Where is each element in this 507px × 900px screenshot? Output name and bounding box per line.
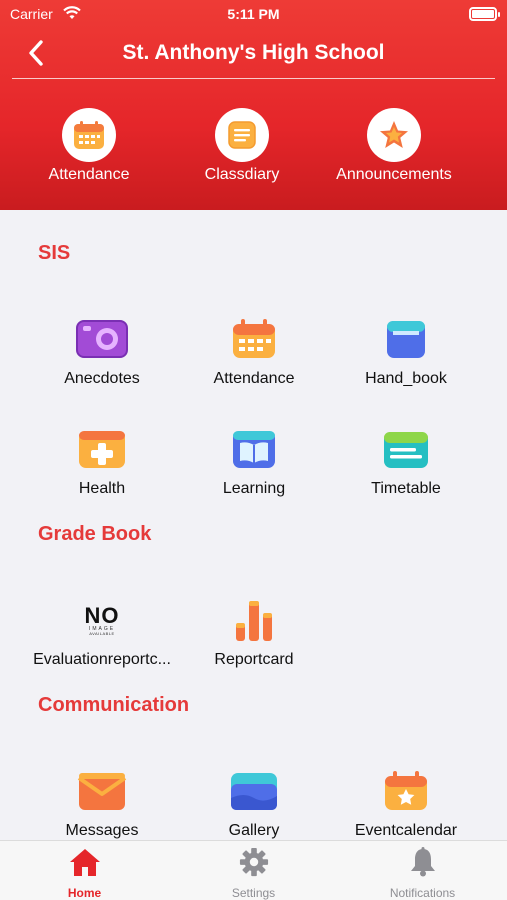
- tile-label: Messages: [65, 822, 139, 839]
- quick-action-circle: [62, 108, 116, 162]
- module-list[interactable]: SIS Anecdotes Attendance Hand_book Healt…: [0, 210, 507, 840]
- tab-label: Home: [67, 886, 102, 900]
- camera-icon: [76, 320, 128, 358]
- tile-gallery[interactable]: Gallery: [174, 766, 334, 840]
- quick-actions: Attendance Classdiary Announcements: [0, 108, 507, 188]
- tab-bar: Home Settings Notifications: [0, 840, 507, 900]
- tile-label: Timetable: [371, 480, 441, 497]
- gear-icon: [239, 847, 268, 877]
- quick-action-label: Attendance: [48, 166, 130, 183]
- event-calendar-icon: [385, 771, 427, 810]
- tab-notifications[interactable]: Notifications: [338, 847, 507, 900]
- section-title-grade-book: Grade Book: [38, 523, 152, 545]
- home-icon: [69, 849, 100, 876]
- header-divider: [12, 78, 495, 79]
- timetable-icon: [384, 432, 428, 468]
- tab-label: Notifications: [389, 886, 456, 900]
- page-title: St. Anthony's High School: [122, 41, 385, 64]
- bell-icon: [410, 847, 435, 877]
- header: Carrier 5:11 PM St. Anthony's High Schoo…: [0, 0, 507, 210]
- book-icon: [387, 321, 425, 358]
- tile-label: Reportcard: [214, 651, 294, 668]
- tile-label: Anecdotes: [64, 370, 140, 387]
- tile-attendance[interactable]: Attendance: [174, 314, 334, 388]
- tile-label: Evaluationreportc...: [33, 651, 171, 668]
- no-image-text: NO: [84, 602, 120, 628]
- tile-label: Hand_book: [365, 370, 447, 387]
- section-title-sis: SIS: [38, 242, 71, 264]
- calendar-icon: [74, 121, 104, 149]
- first-aid-icon: [79, 431, 125, 468]
- no-image-icon: NO IMAGE AVAILABLE: [72, 595, 132, 645]
- gallery-icon: [231, 773, 277, 810]
- tile-learning[interactable]: Learning: [174, 424, 334, 498]
- section-title-communication: Communication: [38, 694, 190, 716]
- quick-action-circle: [367, 108, 421, 162]
- tile-label: Gallery: [228, 822, 280, 839]
- tile-label: Health: [78, 480, 126, 497]
- quick-action-attendance[interactable]: Attendance: [14, 108, 164, 184]
- tile-hand-book[interactable]: Hand_book: [326, 314, 486, 388]
- tile-evaluation-report[interactable]: NO IMAGE AVAILABLE Evaluationreportc...: [22, 595, 182, 669]
- tile-health[interactable]: Health: [22, 424, 182, 498]
- no-image-text: AVAILABLE: [89, 630, 115, 636]
- star-badge-icon: [380, 121, 408, 148]
- calendar-icon: [233, 319, 275, 358]
- tile-eventcalendar[interactable]: Eventcalendar: [326, 766, 486, 840]
- status-time: 5:11 PM: [227, 6, 280, 22]
- tile-label: Learning: [222, 480, 286, 497]
- tile-messages[interactable]: Messages: [22, 766, 182, 840]
- tab-label: Settings: [231, 886, 276, 900]
- envelope-icon: [77, 773, 127, 810]
- quick-action-label: Classdiary: [204, 166, 280, 183]
- tile-label: Eventcalendar: [354, 822, 458, 839]
- open-book-icon: [233, 431, 275, 468]
- quick-action-label: Announcements: [336, 166, 452, 183]
- status-bar: Carrier 5:11 PM: [0, 0, 507, 30]
- tab-settings[interactable]: Settings: [169, 847, 338, 900]
- battery-icon: [469, 7, 500, 21]
- tab-home[interactable]: Home: [0, 847, 169, 900]
- tile-label: Attendance: [213, 370, 295, 387]
- quick-action-circle: [215, 108, 269, 162]
- bar-chart-icon: [236, 601, 272, 641]
- notes-icon: [228, 121, 256, 149]
- quick-action-classdiary[interactable]: Classdiary: [167, 108, 317, 184]
- tile-anecdotes[interactable]: Anecdotes: [22, 314, 182, 388]
- tile-timetable[interactable]: Timetable: [326, 424, 486, 498]
- quick-action-announcements[interactable]: Announcements: [319, 108, 469, 184]
- tile-reportcard[interactable]: Reportcard: [174, 595, 334, 669]
- navigation-bar: St. Anthony's High School: [0, 30, 507, 78]
